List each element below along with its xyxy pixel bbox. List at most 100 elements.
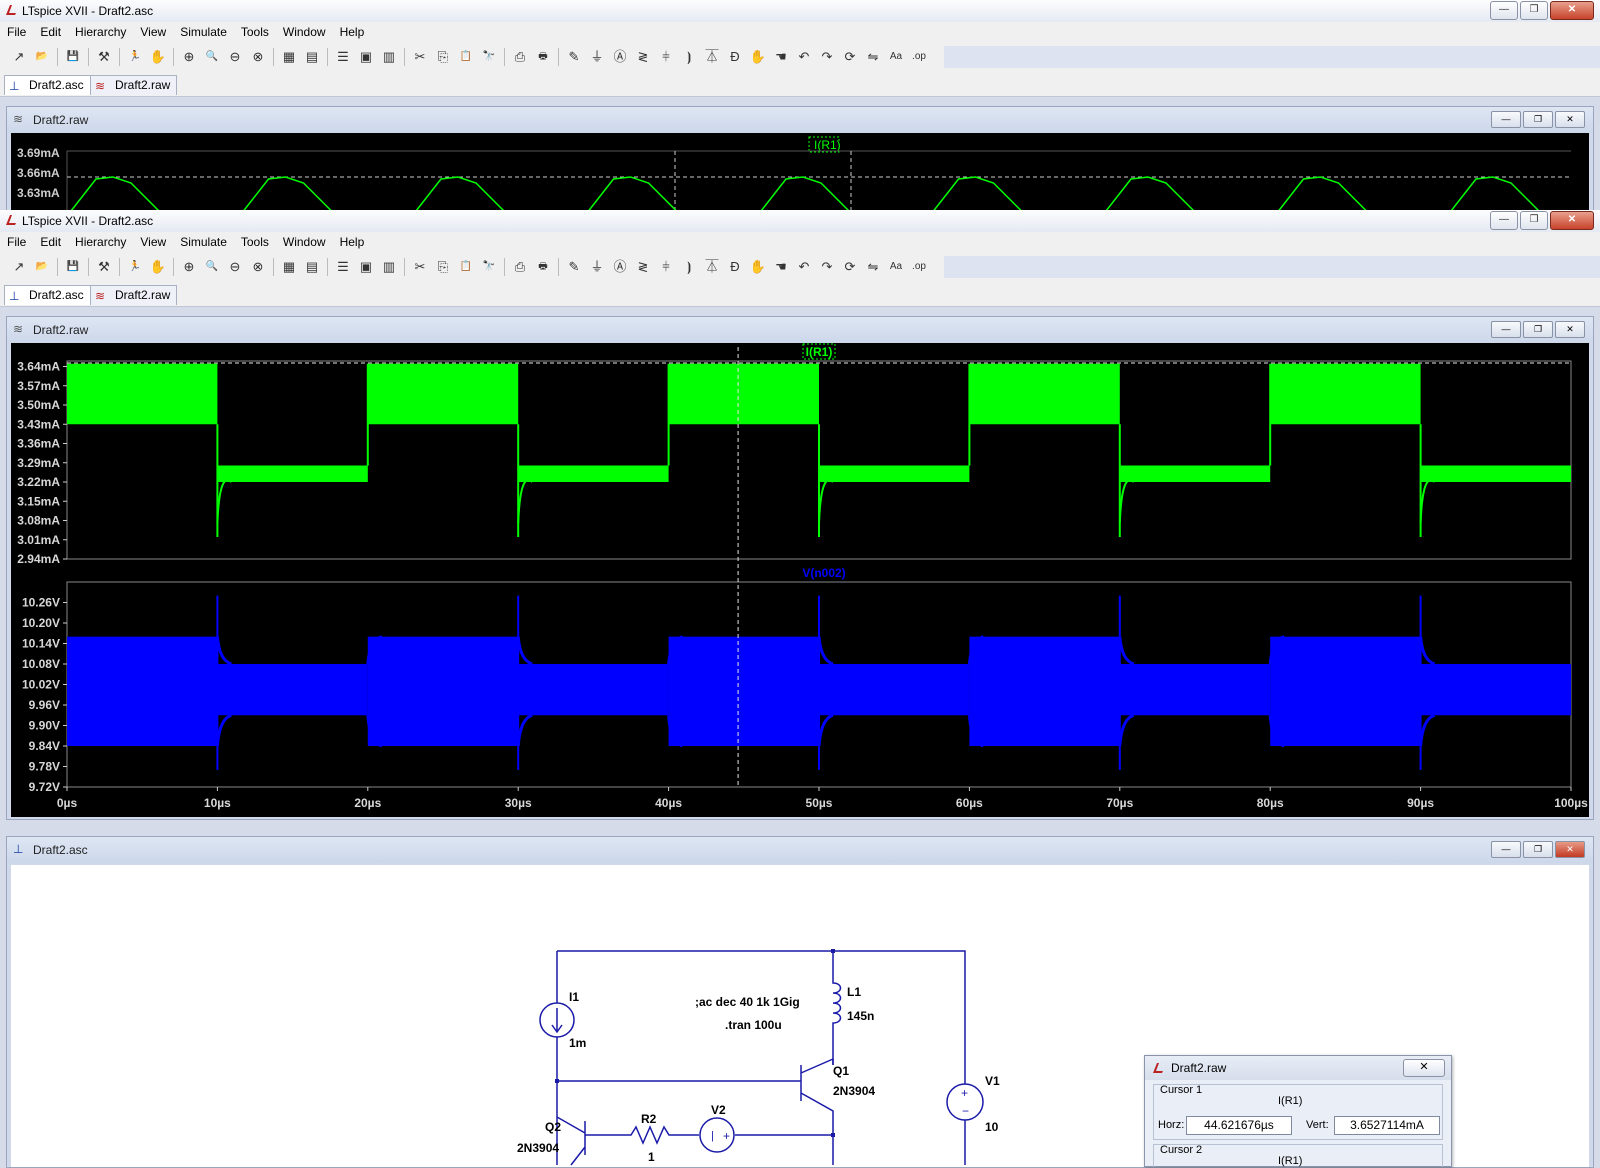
save-icon[interactable]: 💾 [64, 258, 82, 276]
undo-icon[interactable]: ↶ [795, 48, 813, 66]
capacitor-icon[interactable]: ⫩ [657, 48, 675, 66]
inductor-icon[interactable]: ⦘ [680, 258, 698, 276]
paste-icon[interactable]: 📋 [457, 48, 475, 66]
zoom-out-icon[interactable]: ⊖ [226, 258, 244, 276]
paste-icon[interactable]: 📋 [457, 258, 475, 276]
cut-icon[interactable]: ✂ [411, 48, 429, 66]
text-icon[interactable]: Aa [887, 48, 905, 66]
trace-label-voltage[interactable]: V(n002) [802, 566, 845, 580]
find-icon[interactable]: 🔭 [480, 258, 498, 276]
zoom-in-icon[interactable]: ⊕ [180, 48, 198, 66]
label-net-icon[interactable]: Ⓐ [611, 258, 629, 276]
back-tab-waveform[interactable]: ≋ Draft2.raw [90, 75, 178, 95]
halt-icon[interactable]: ✋ [149, 258, 167, 276]
directive-tran[interactable]: .tran 100u [725, 1018, 782, 1032]
back-trace-label[interactable]: I(R1) [814, 138, 841, 152]
back-menu-tools[interactable]: Tools [234, 25, 276, 39]
export-icon[interactable]: ▤ [303, 258, 321, 276]
drag-icon[interactable]: ☚ [772, 48, 790, 66]
back-plot-minimize-button[interactable]: — [1491, 111, 1521, 128]
back-menu-simulate[interactable]: Simulate [173, 25, 234, 39]
back-plot-maximize-button[interactable]: ❐ [1523, 111, 1553, 128]
cascade-icon[interactable]: ▣ [357, 48, 375, 66]
tile-vertical-icon[interactable]: ▥ [380, 258, 398, 276]
drag-icon[interactable]: ☚ [772, 258, 790, 276]
back-menu-hierarchy[interactable]: Hierarchy [68, 25, 133, 39]
menu-file[interactable]: File [0, 235, 33, 249]
new-schematic-icon[interactable]: ↗ [10, 48, 28, 66]
menu-view[interactable]: View [133, 235, 173, 249]
print-setup-icon[interactable]: ⎙ [511, 258, 529, 276]
capacitor-icon[interactable]: ⫩ [657, 258, 675, 276]
copy-icon[interactable]: ⎘ [434, 48, 452, 66]
tile-horizontal-icon[interactable]: ☰ [334, 258, 352, 276]
plot-close-button[interactable]: ✕ [1555, 321, 1585, 338]
zoom-fit-icon[interactable]: ⊗ [249, 48, 267, 66]
undo-icon[interactable]: ↶ [795, 258, 813, 276]
back-menu-view[interactable]: View [133, 25, 173, 39]
cursor-dialog-close-button[interactable]: ✕ [1403, 1059, 1445, 1077]
spice-directive-icon[interactable]: .op [910, 48, 928, 66]
ground-icon[interactable]: ⏚ [588, 48, 606, 66]
back-menu-window[interactable]: Window [276, 25, 333, 39]
autorange-icon[interactable]: ▦ [280, 258, 298, 276]
back-tab-schematic[interactable]: ⊥ Draft2.asc [4, 75, 91, 95]
find-icon[interactable]: 🔭 [480, 48, 498, 66]
plot-minimize-button[interactable]: — [1491, 321, 1521, 338]
ground-icon[interactable]: ⏚ [588, 258, 606, 276]
spice-directive-icon[interactable]: .op [910, 258, 928, 276]
halt-icon[interactable]: ✋ [149, 48, 167, 66]
draw-wire-icon[interactable]: ✎ [565, 48, 583, 66]
back-plot-close-button[interactable]: ✕ [1555, 111, 1585, 128]
menu-help[interactable]: Help [333, 235, 372, 249]
autorange-icon[interactable]: ▦ [280, 48, 298, 66]
run-icon[interactable]: 🏃 [126, 258, 144, 276]
cut-icon[interactable]: ✂ [411, 258, 429, 276]
front-maximize-button[interactable]: ❐ [1520, 211, 1548, 230]
zoom-fit-icon[interactable]: ⊗ [249, 258, 267, 276]
tile-horizontal-icon[interactable]: ☰ [334, 48, 352, 66]
directive-ac[interactable]: ;ac dec 40 1k 1Gig [695, 995, 800, 1009]
copy-icon[interactable]: ⎘ [434, 258, 452, 276]
print-icon[interactable]: 🖶 [534, 48, 552, 66]
resistor-icon[interactable]: ≷ [634, 258, 652, 276]
back-minimize-button[interactable]: — [1490, 1, 1518, 20]
tile-vertical-icon[interactable]: ▥ [380, 48, 398, 66]
rotate-icon[interactable]: ⟳ [841, 48, 859, 66]
schematic-maximize-button[interactable]: ❐ [1523, 841, 1553, 858]
save-icon[interactable]: 💾 [64, 48, 82, 66]
front-close-button[interactable]: ✕ [1550, 211, 1594, 230]
mirror-icon[interactable]: ⇋ [864, 258, 882, 276]
menu-tools[interactable]: Tools [234, 235, 276, 249]
transistor-q2-symbol[interactable] [556, 1116, 586, 1166]
inductor-icon[interactable]: ⦘ [680, 48, 698, 66]
transistor-q1-symbol[interactable] [800, 1058, 834, 1165]
tab-waveform[interactable]: ≋ Draft2.raw [90, 285, 178, 305]
resistor-r2-symbol[interactable] [585, 1125, 699, 1145]
move-icon[interactable]: ✋ [749, 48, 767, 66]
diode-icon[interactable]: ⏄ [703, 48, 721, 66]
inductor-l1-symbol[interactable] [832, 951, 842, 1065]
redo-icon[interactable]: ↷ [818, 258, 836, 276]
zoom-pan-icon[interactable]: 🔍 [203, 48, 221, 66]
label-net-icon[interactable]: Ⓐ [611, 48, 629, 66]
schematic-close-button[interactable]: ✕ [1555, 841, 1585, 858]
new-schematic-icon[interactable]: ↗ [10, 258, 28, 276]
export-icon[interactable]: ▤ [303, 48, 321, 66]
zoom-in-icon[interactable]: ⊕ [180, 258, 198, 276]
tab-schematic[interactable]: ⊥ Draft2.asc [4, 285, 91, 305]
mirror-icon[interactable]: ⇋ [864, 48, 882, 66]
settings-icon[interactable]: ⚒ [95, 48, 113, 66]
menu-window[interactable]: Window [276, 235, 333, 249]
open-icon[interactable]: 📂 [33, 48, 51, 66]
run-icon[interactable]: 🏃 [126, 48, 144, 66]
menu-hierarchy[interactable]: Hierarchy [68, 235, 133, 249]
menu-edit[interactable]: Edit [33, 235, 68, 249]
front-minimize-button[interactable]: — [1490, 211, 1518, 230]
zoom-out-icon[interactable]: ⊖ [226, 48, 244, 66]
resistor-icon[interactable]: ≷ [634, 48, 652, 66]
text-icon[interactable]: Aa [887, 258, 905, 276]
schematic-minimize-button[interactable]: — [1491, 841, 1521, 858]
redo-icon[interactable]: ↷ [818, 48, 836, 66]
cursor1-vert-field[interactable]: 3.6527114mA [1334, 1116, 1440, 1135]
